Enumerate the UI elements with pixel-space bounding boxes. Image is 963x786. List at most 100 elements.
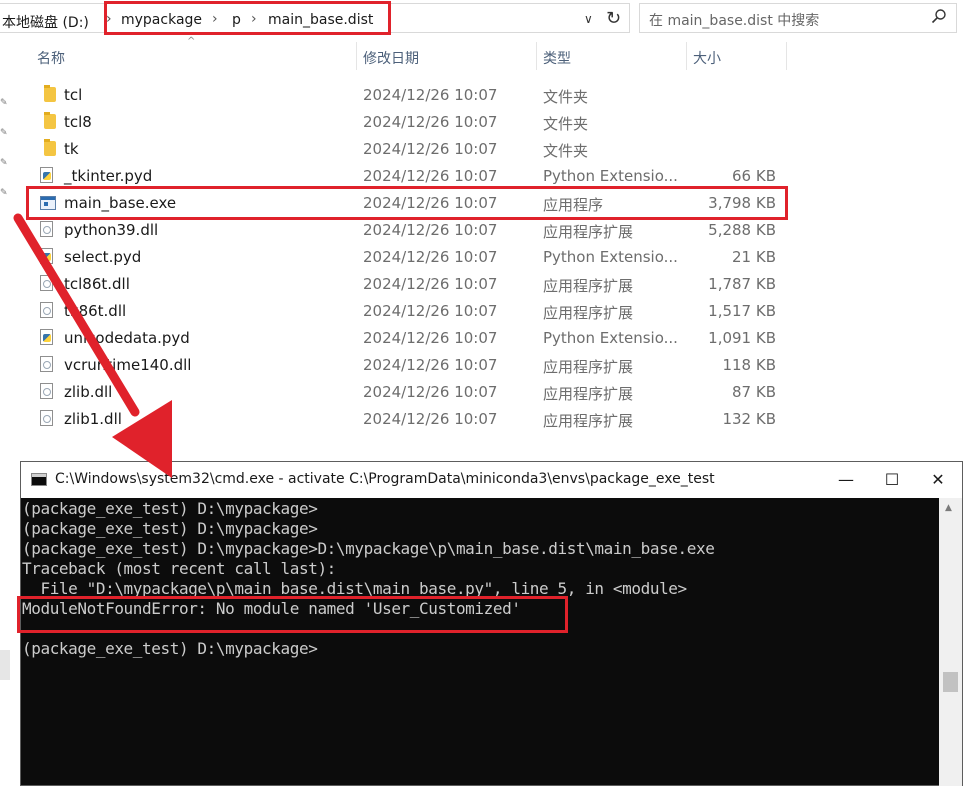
file-type: Python Extensio... (543, 329, 678, 347)
file-row[interactable]: python39.dll 2024/12/26 10:07 应用程序扩展 5,2… (30, 216, 786, 243)
close-button[interactable]: ✕ (915, 462, 961, 498)
scrollbar-thumb[interactable] (943, 672, 958, 692)
file-date: 2024/12/26 10:07 (363, 410, 498, 428)
file-row[interactable]: tcl 2024/12/26 10:07 文件夹 (30, 81, 786, 108)
file-size: 21 KB (732, 248, 776, 266)
file-date: 2024/12/26 10:07 (363, 221, 498, 239)
console-output[interactable]: (package_exe_test) D:\mypackage> (packag… (21, 498, 939, 786)
file-date: 2024/12/26 10:07 (363, 194, 498, 212)
console-line: (package_exe_test) D:\mypackage> (22, 519, 318, 538)
chevron-right-icon[interactable]: › (251, 11, 257, 27)
pin-icon: ✎ (0, 98, 8, 108)
search-input[interactable]: 在 main_base.dist 中搜索 (639, 3, 957, 33)
console-line: Traceback (most recent call last): (22, 559, 336, 578)
file-date: 2024/12/26 10:07 (363, 329, 498, 347)
refresh-icon[interactable]: ↻ (606, 8, 621, 29)
file-name: tk (64, 140, 79, 158)
file-row[interactable]: tk86t.dll 2024/12/26 10:07 应用程序扩展 1,517 … (30, 297, 786, 324)
file-date: 2024/12/26 10:07 (363, 248, 498, 266)
file-row[interactable]: _tkinter.pyd 2024/12/26 10:07 Python Ext… (30, 162, 786, 189)
column-divider[interactable] (356, 42, 357, 70)
file-name: tcl86t.dll (64, 275, 130, 293)
file-size: 1,787 KB (708, 275, 776, 293)
file-name: tcl (64, 86, 83, 104)
cmd-icon (31, 473, 47, 486)
file-name: _tkinter.pyd (64, 167, 153, 185)
file-date: 2024/12/26 10:07 (363, 113, 498, 131)
dll-icon (40, 221, 53, 237)
pin-icon: ✎ (0, 158, 8, 168)
column-header-size[interactable]: 大小 (693, 48, 721, 68)
file-row[interactable]: tk 2024/12/26 10:07 文件夹 (30, 135, 786, 162)
column-divider[interactable] (536, 42, 537, 70)
console-line: File "D:\mypackage\p\main_base.dist\main… (22, 579, 687, 598)
column-divider[interactable] (686, 42, 687, 70)
minimize-button[interactable]: — (823, 462, 869, 498)
python-file-icon (40, 329, 53, 345)
search-placeholder: 在 main_base.dist 中搜索 (649, 13, 820, 29)
file-type: 文件夹 (543, 88, 589, 106)
file-type: 应用程序扩展 (543, 385, 634, 403)
dll-icon (40, 302, 53, 318)
file-type: 应用程序扩展 (543, 223, 634, 241)
file-size: 5,288 KB (708, 221, 776, 239)
file-row[interactable]: tcl86t.dll 2024/12/26 10:07 应用程序扩展 1,787… (30, 270, 786, 297)
column-divider[interactable] (786, 42, 787, 70)
breadcrumb-p[interactable]: p (232, 12, 241, 28)
pin-icon: ✎ (0, 188, 8, 198)
left-pane-edge (0, 650, 10, 680)
console-line: (package_exe_test) D:\mypackage>D:\mypac… (22, 539, 715, 558)
column-header-name[interactable]: 名称 (37, 48, 65, 68)
file-size: 87 KB (732, 383, 776, 401)
breadcrumb-mypackage[interactable]: mypackage (121, 12, 202, 28)
file-type: 应用程序扩展 (543, 412, 634, 430)
pin-icon: ✎ (0, 128, 8, 138)
search-icon[interactable] (931, 8, 947, 24)
breadcrumb-drive[interactable]: 本地磁盘 (D:) (2, 12, 89, 32)
file-name: python39.dll (64, 221, 159, 239)
file-name: tk86t.dll (64, 302, 127, 320)
chevron-down-icon[interactable]: ∨ (584, 12, 593, 26)
file-type: 应用程序 (543, 196, 604, 214)
file-name: tcl8 (64, 113, 92, 131)
file-row[interactable]: tcl8 2024/12/26 10:07 文件夹 (30, 108, 786, 135)
file-date: 2024/12/26 10:07 (363, 140, 498, 158)
file-row[interactable]: unicodedata.pyd 2024/12/26 10:07 Python … (30, 324, 786, 351)
file-row[interactable]: vcruntime140.dll 2024/12/26 10:07 应用程序扩展… (30, 351, 786, 378)
file-date: 2024/12/26 10:07 (363, 275, 498, 293)
chevron-right-icon[interactable]: › (106, 11, 112, 27)
dll-icon (40, 275, 53, 291)
folder-icon (44, 85, 56, 102)
address-bar: 本地磁盘 (D:) › mypackage › p › main_base.di… (0, 0, 963, 36)
folder-icon (44, 112, 56, 129)
dll-icon (40, 410, 53, 426)
maximize-button[interactable]: ☐ (869, 462, 915, 498)
file-row[interactable]: main_base.exe 2024/12/26 10:07 应用程序 3,79… (30, 189, 786, 216)
column-header-date[interactable]: 修改日期 (363, 48, 419, 68)
cmd-window: C:\Windows\system32\cmd.exe - activate C… (20, 461, 963, 786)
file-size: 3,798 KB (708, 194, 776, 212)
file-row[interactable]: select.pyd 2024/12/26 10:07 Python Exten… (30, 243, 786, 270)
chevron-right-icon[interactable]: › (212, 11, 218, 27)
file-row[interactable]: zlib.dll 2024/12/26 10:07 应用程序扩展 87 KB (30, 378, 786, 405)
file-type: 应用程序扩展 (543, 304, 634, 322)
vertical-scrollbar[interactable]: ▲ (939, 498, 962, 786)
file-row[interactable]: zlib1.dll 2024/12/26 10:07 应用程序扩展 132 KB (30, 405, 786, 432)
scroll-up-icon[interactable]: ▲ (945, 503, 952, 513)
file-type: 文件夹 (543, 142, 589, 160)
file-name: zlib1.dll (64, 410, 122, 428)
breadcrumb-main-base-dist[interactable]: main_base.dist (268, 12, 373, 28)
file-size: 132 KB (722, 410, 776, 428)
address-box[interactable]: 本地磁盘 (D:) › mypackage › p › main_base.di… (0, 3, 630, 33)
file-size: 1,091 KB (708, 329, 776, 347)
cmd-title-bar[interactable]: C:\Windows\system32\cmd.exe - activate C… (21, 462, 962, 498)
file-name: unicodedata.pyd (64, 329, 190, 347)
file-name: zlib.dll (64, 383, 113, 401)
python-file-icon (40, 167, 53, 183)
file-date: 2024/12/26 10:07 (363, 302, 498, 320)
file-type: 文件夹 (543, 115, 589, 133)
column-header-type[interactable]: 类型 (543, 48, 571, 68)
file-type: Python Extensio... (543, 248, 678, 266)
dll-icon (40, 383, 53, 399)
file-size: 66 KB (732, 167, 776, 185)
